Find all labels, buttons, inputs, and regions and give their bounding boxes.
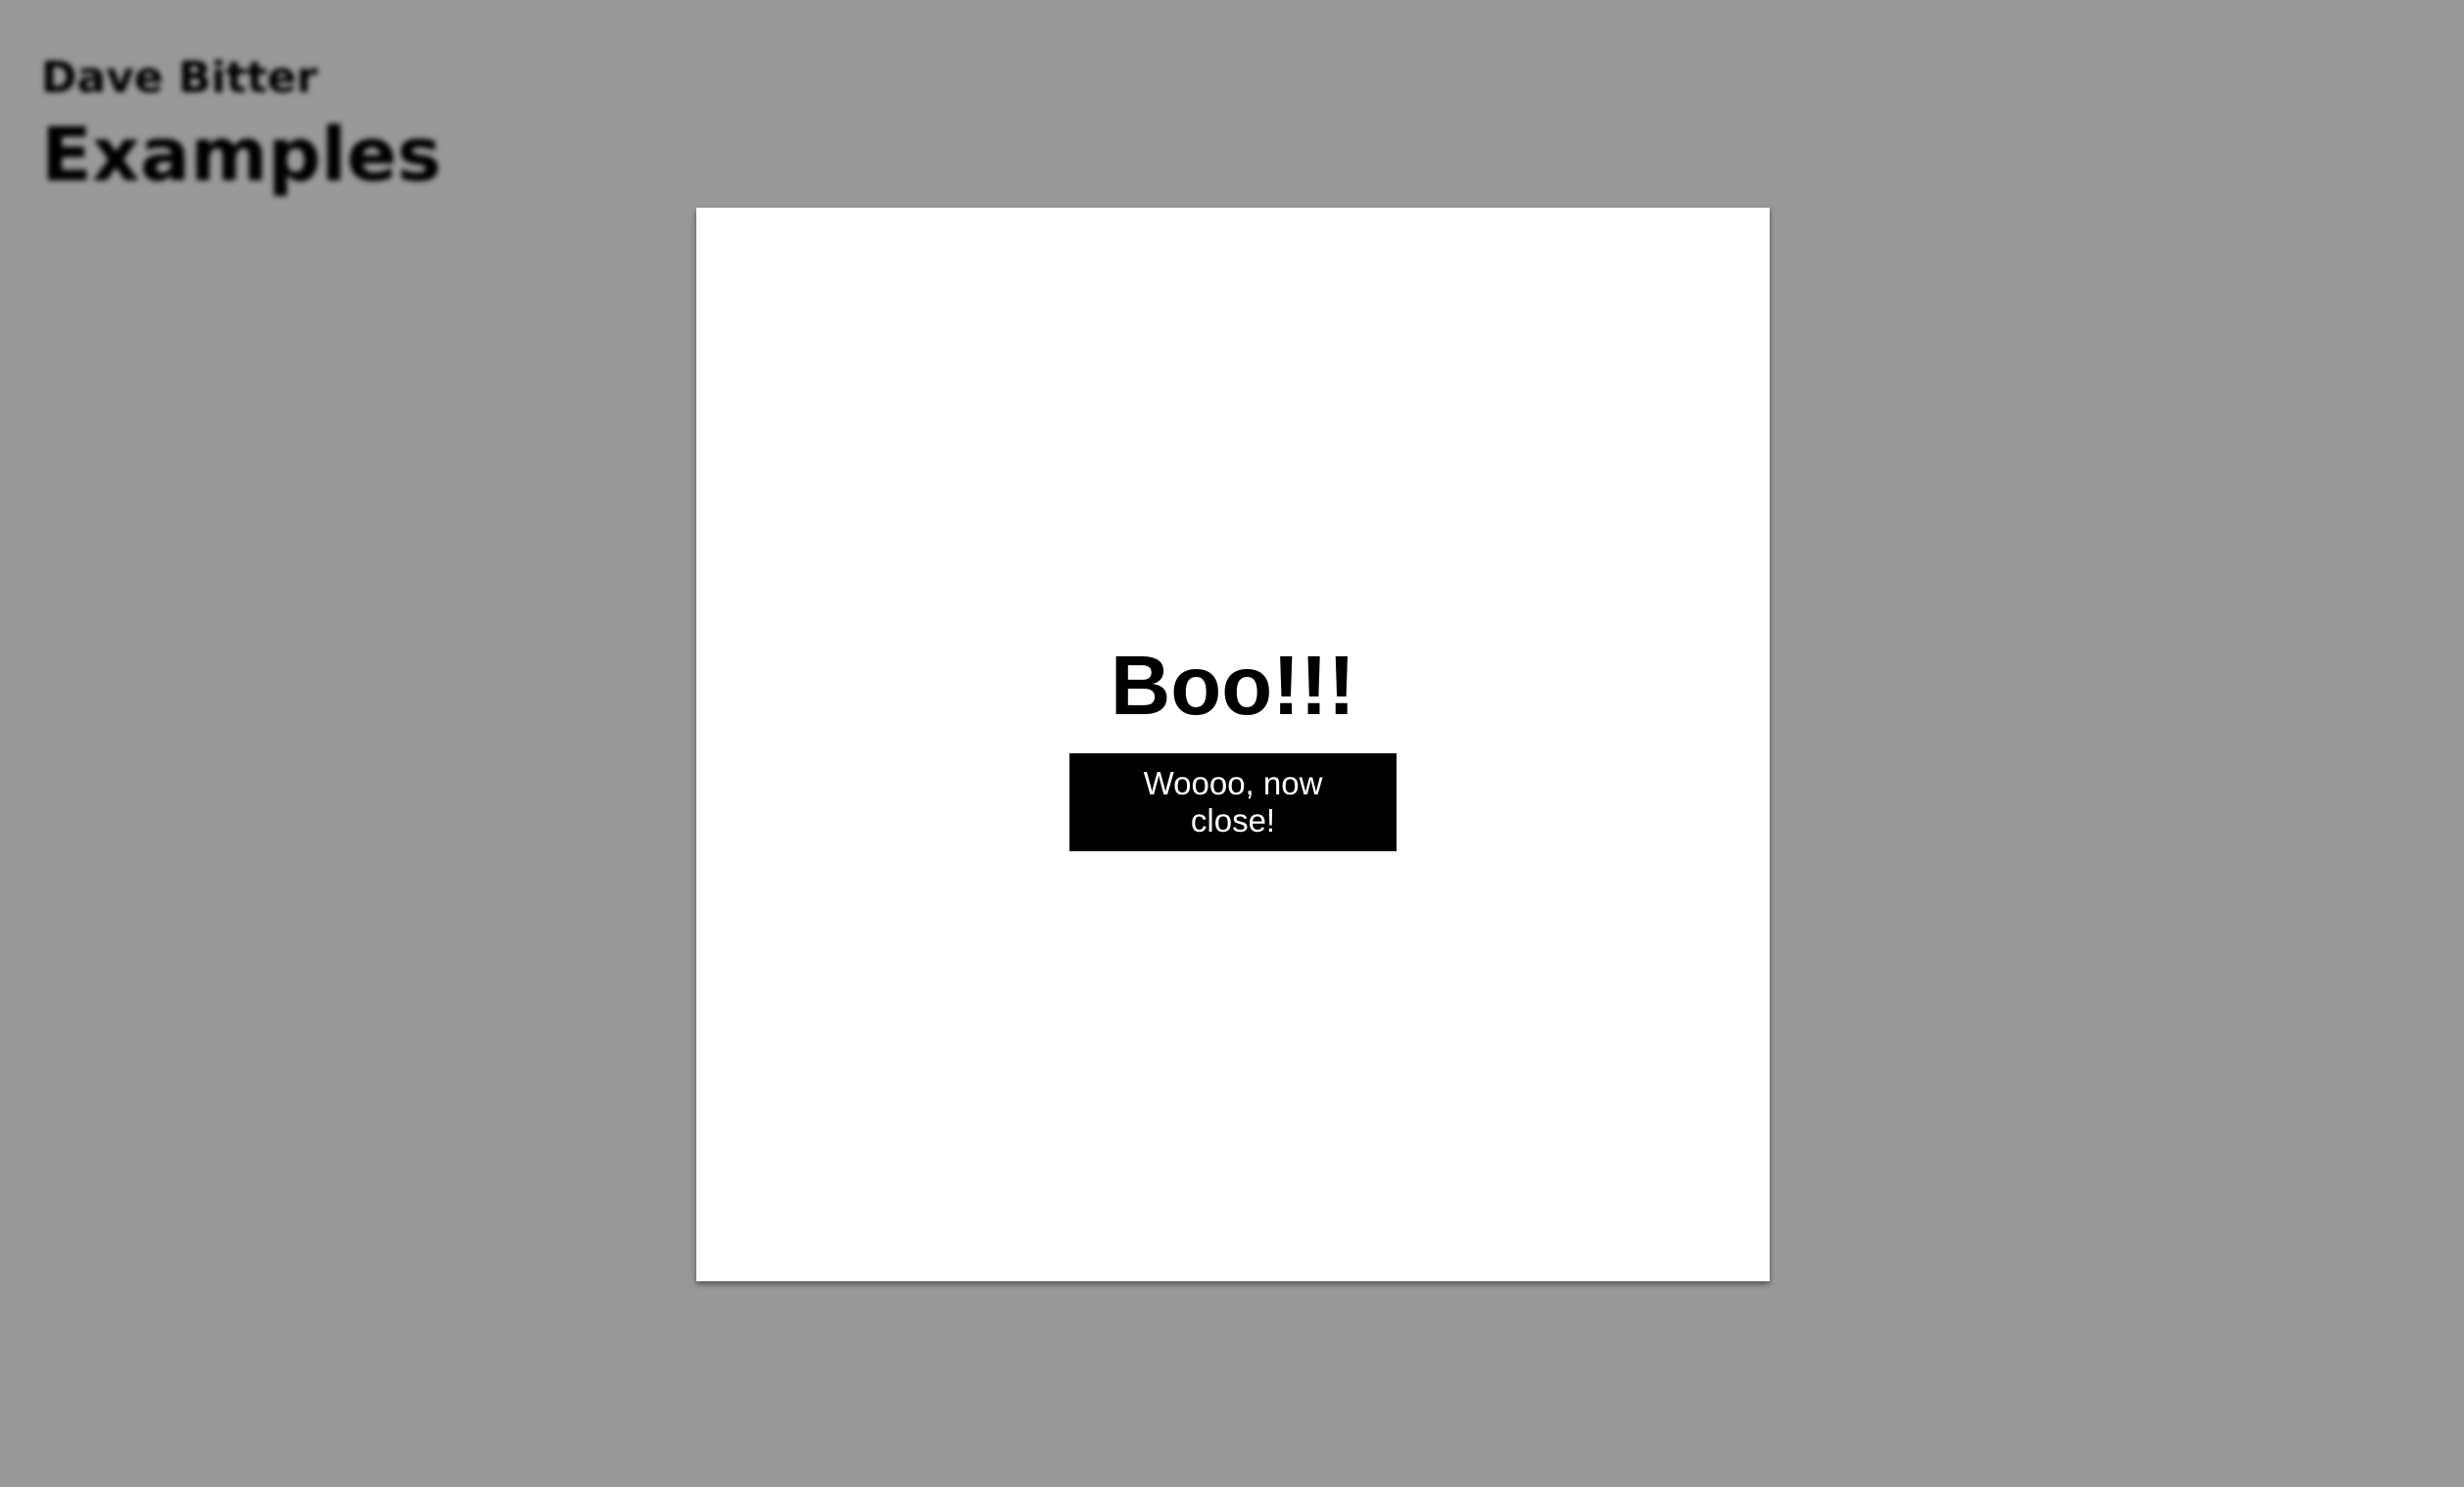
dialog-title: Boo!!! bbox=[1110, 640, 1356, 733]
close-dialog-button[interactable]: Woooo, now close! bbox=[1069, 753, 1397, 851]
modal-dialog: Boo!!! Woooo, now close! bbox=[696, 208, 1770, 1281]
